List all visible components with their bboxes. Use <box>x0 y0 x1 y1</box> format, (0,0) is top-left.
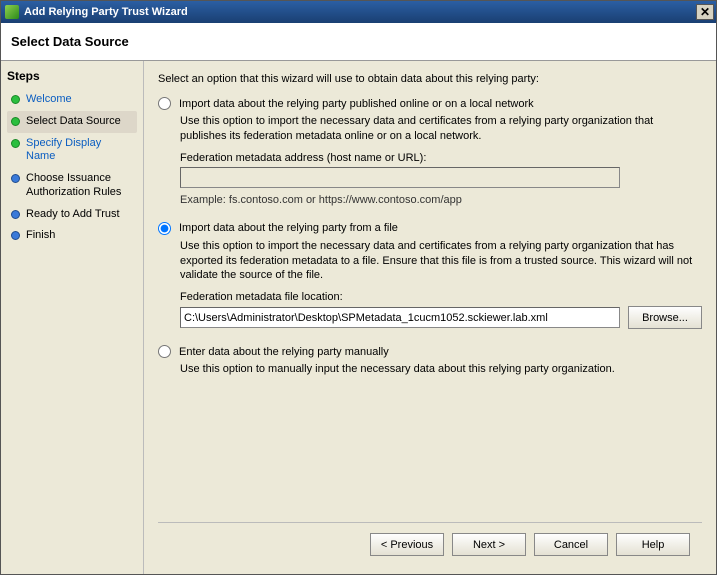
radio-enter-manually[interactable] <box>158 345 171 358</box>
step-label: Choose Issuance Authorization Rules <box>26 172 133 200</box>
close-button[interactable]: ✕ <box>696 4 714 20</box>
step-label: Ready to Add Trust <box>26 208 120 222</box>
step-welcome[interactable]: Welcome <box>7 89 137 111</box>
close-icon: ✕ <box>700 5 710 19</box>
instruction-text: Select an option that this wizard will u… <box>158 73 702 85</box>
metadata-file-input[interactable] <box>180 307 620 328</box>
step-choose-issuance-rules[interactable]: Choose Issuance Authorization Rules <box>7 168 137 204</box>
metadata-url-label: Federation metadata address (host name o… <box>180 152 702 164</box>
step-label: Finish <box>26 229 55 243</box>
content-panel: Select an option that this wizard will u… <box>144 61 716 574</box>
option-description: Use this option to import the necessary … <box>180 239 702 284</box>
step-select-data-source[interactable]: Select Data Source <box>7 111 137 133</box>
steps-heading: Steps <box>7 69 137 83</box>
step-bullet-icon <box>11 174 20 183</box>
step-bullet-icon <box>11 231 20 240</box>
cancel-button[interactable]: Cancel <box>534 533 608 556</box>
option-import-online: Import data about the relying party publ… <box>158 97 702 206</box>
window-title: Add Relying Party Trust Wizard <box>24 6 696 18</box>
option-label: Import data about the relying party from… <box>179 222 398 234</box>
option-label: Enter data about the relying party manua… <box>179 346 389 358</box>
step-specify-display-name[interactable]: Specify Display Name <box>7 133 137 169</box>
metadata-url-input[interactable] <box>180 167 620 188</box>
step-label: Specify Display Name <box>26 137 133 165</box>
steps-sidebar: Steps Welcome Select Data Source Specify… <box>1 61 144 574</box>
step-bullet-icon <box>11 117 20 126</box>
radio-import-file[interactable] <box>158 222 171 235</box>
step-bullet-icon <box>11 210 20 219</box>
step-ready-to-add-trust[interactable]: Ready to Add Trust <box>7 204 137 226</box>
app-icon <box>5 5 19 19</box>
step-bullet-icon <box>11 95 20 104</box>
help-button[interactable]: Help <box>616 533 690 556</box>
option-import-file: Import data about the relying party from… <box>158 222 702 330</box>
metadata-url-example: Example: fs.contoso.com or https://www.c… <box>180 194 702 206</box>
step-label: Welcome <box>26 93 72 107</box>
next-button[interactable]: Next > <box>452 533 526 556</box>
option-description: Use this option to manually input the ne… <box>180 362 702 377</box>
option-label: Import data about the relying party publ… <box>179 98 534 110</box>
page-title: Select Data Source <box>11 34 129 49</box>
browse-button[interactable]: Browse... <box>628 306 702 329</box>
titlebar[interactable]: Add Relying Party Trust Wizard ✕ <box>1 1 716 23</box>
wizard-window: Add Relying Party Trust Wizard ✕ Select … <box>0 0 717 575</box>
option-enter-manually: Enter data about the relying party manua… <box>158 345 702 385</box>
option-description: Use this option to import the necessary … <box>180 114 702 144</box>
previous-button[interactable]: < Previous <box>370 533 444 556</box>
step-finish[interactable]: Finish <box>7 225 137 247</box>
metadata-file-label: Federation metadata file location: <box>180 291 702 303</box>
step-label: Select Data Source <box>26 115 121 129</box>
step-bullet-icon <box>11 139 20 148</box>
body: Steps Welcome Select Data Source Specify… <box>1 61 716 574</box>
wizard-footer: < Previous Next > Cancel Help <box>158 522 702 566</box>
page-header: Select Data Source <box>1 23 716 61</box>
radio-import-online[interactable] <box>158 97 171 110</box>
